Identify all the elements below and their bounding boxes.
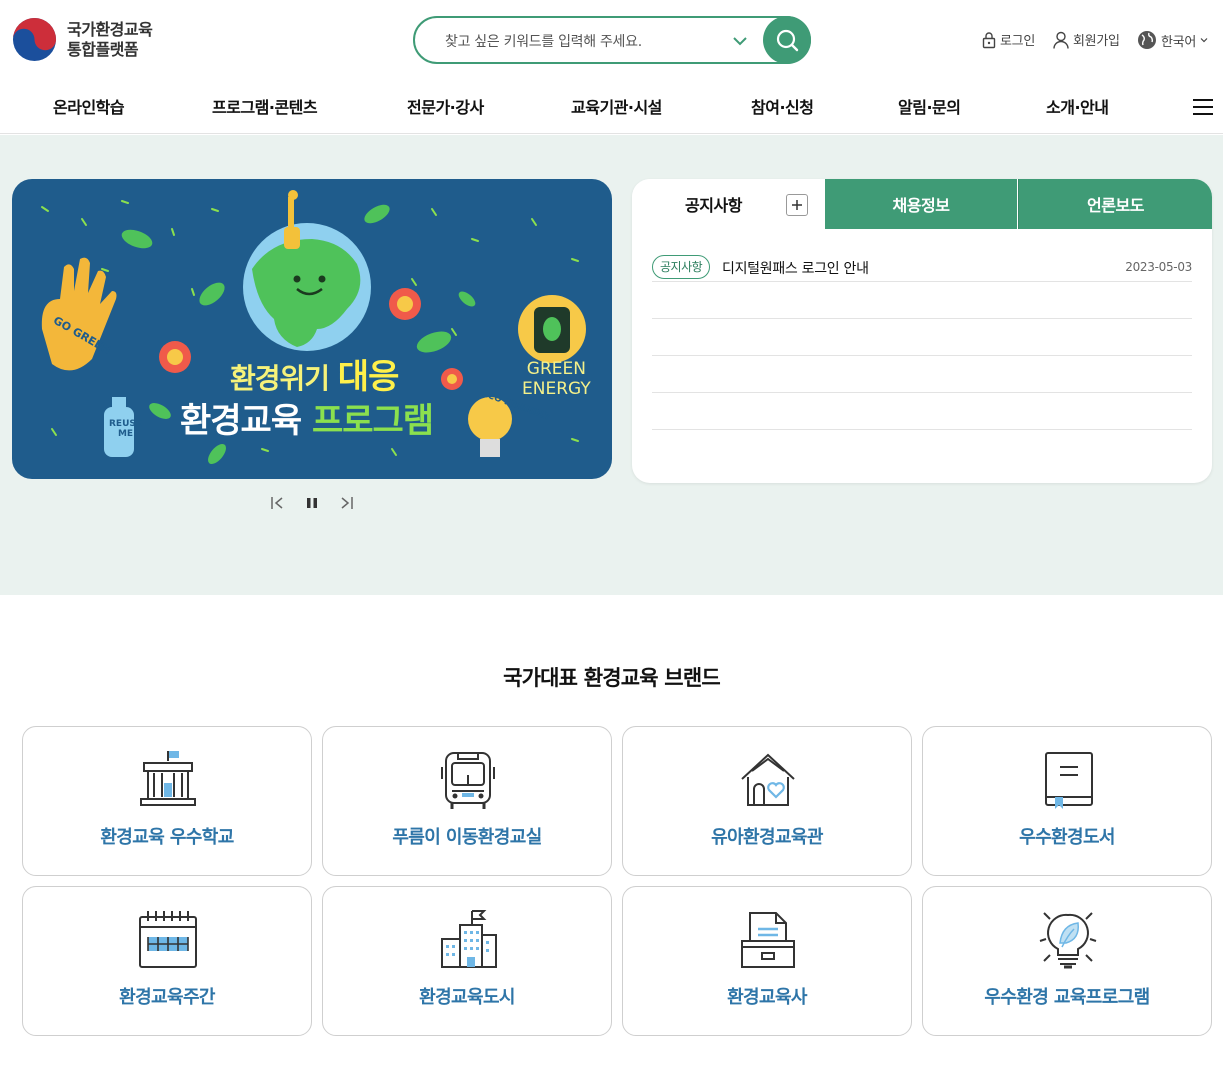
lightbulb-leaf-icon bbox=[1039, 912, 1097, 969]
chevron-down-icon bbox=[1200, 38, 1208, 43]
site-logo[interactable]: 국가환경교육 통합플랫폼 bbox=[12, 17, 153, 62]
banner-title-line2: 환경교육 프로그램 bbox=[180, 393, 434, 442]
nav-institutions-facilities[interactable]: 교육기관·시설 bbox=[571, 94, 662, 118]
brand-card-program[interactable]: 우수환경 교육프로그램 bbox=[922, 886, 1212, 1036]
search-bar[interactable]: 찾고 싶은 키워드를 입력해 주세요. bbox=[413, 16, 811, 64]
tab-press[interactable]: 언론보도 bbox=[1018, 179, 1212, 229]
globe-icon bbox=[1138, 31, 1156, 49]
tab-recruitment[interactable]: 채용정보 bbox=[825, 179, 1017, 229]
nav-participation[interactable]: 참여·신청 bbox=[751, 94, 814, 118]
notice-row[interactable]: 공지사항 디지털원패스 로그인 안내 2023-05-03 bbox=[652, 245, 1192, 282]
search-button[interactable] bbox=[763, 16, 811, 64]
notice-row-empty bbox=[652, 282, 1192, 319]
brand-section-title: 국가대표 환경교육 브랜드 bbox=[503, 666, 721, 690]
banner-title-big: 대응 bbox=[337, 357, 400, 397]
notice-row-empty bbox=[652, 356, 1192, 393]
green-energy-line-2: ENERGY bbox=[522, 379, 591, 399]
brand-card-label: 환경교육주간 bbox=[119, 987, 215, 1008]
house-heart-icon bbox=[741, 753, 795, 806]
calendar-icon bbox=[139, 911, 197, 968]
language-label: 한국어 bbox=[1161, 34, 1196, 50]
notice-panel: 공지사항 채용정보 언론보도 공지사항 디지털원패스 로그인 안내 2023-0… bbox=[632, 179, 1212, 483]
signup-label: 회원가입 bbox=[1073, 34, 1120, 49]
brand-card-label: 환경교육 우수학교 bbox=[100, 827, 234, 848]
menu-icon[interactable] bbox=[1193, 99, 1213, 115]
reuse-line-2: ME bbox=[117, 429, 134, 439]
brand-card-school[interactable]: 환경교육 우수학교 bbox=[22, 726, 312, 876]
bus-icon bbox=[441, 752, 495, 809]
tab-notice-label: 공지사항 bbox=[685, 196, 742, 215]
brand-card-label: 우수환경도서 bbox=[1019, 827, 1115, 848]
hero-section: GO GREEN REUSE ME 환경위기 대응 환경교육 프로그램 GREE… bbox=[0, 135, 1223, 595]
search-input[interactable]: 찾고 싶은 키워드를 입력해 주세요. bbox=[445, 31, 642, 51]
brand-card-educator[interactable]: 환경교육사 bbox=[622, 886, 912, 1036]
reuse-me-text: REUSE ME bbox=[109, 419, 142, 439]
brand-card-label: 푸름이 이동환경교실 bbox=[392, 827, 542, 848]
prev-slide-icon[interactable] bbox=[270, 495, 288, 511]
chevron-down-icon[interactable] bbox=[731, 32, 749, 50]
nav-online-learning[interactable]: 온라인학습 bbox=[53, 94, 125, 118]
school-icon bbox=[140, 751, 196, 806]
language-selector[interactable]: 한국어 bbox=[1137, 30, 1213, 50]
brand-card-city[interactable]: 환경교육도시 bbox=[322, 886, 612, 1036]
green-energy-line-1: GREEN bbox=[526, 359, 586, 379]
login-label: 로그인 bbox=[1000, 34, 1035, 49]
lock-icon bbox=[982, 31, 996, 48]
nav-notice-inquiry[interactable]: 알림·문의 bbox=[898, 94, 961, 118]
brand-card-label: 유아환경교육관 bbox=[711, 827, 823, 848]
nav-programs-contents[interactable]: 프로그램·콘텐츠 bbox=[212, 94, 318, 118]
notice-more-button[interactable] bbox=[786, 194, 808, 216]
login-link[interactable]: 로그인 bbox=[982, 30, 1035, 49]
user-icon bbox=[1053, 31, 1069, 49]
file-box-icon bbox=[741, 912, 795, 968]
green-energy-text: GREEN ENERGY bbox=[522, 359, 591, 399]
brand-card-week[interactable]: 환경교육주간 bbox=[22, 886, 312, 1036]
header: 국가환경교육 통합플랫폼 찾고 싶은 키워드를 입력해 주세요. 로그인 회원가… bbox=[0, 0, 1223, 80]
logo-text: 국가환경교육 통합플랫폼 bbox=[67, 19, 153, 60]
logo-line-2: 통합플랫폼 bbox=[67, 39, 139, 59]
search-icon bbox=[776, 29, 799, 52]
next-slide-icon[interactable] bbox=[336, 495, 354, 511]
nav-about[interactable]: 소개·안내 bbox=[1046, 94, 1109, 118]
brand-card-bus[interactable]: 푸름이 이동환경교실 bbox=[322, 726, 612, 876]
notice-row-empty bbox=[652, 393, 1192, 430]
banner-title-part-b: 프로그램 bbox=[311, 401, 434, 441]
notice-badge: 공지사항 bbox=[652, 255, 711, 279]
main-banner[interactable]: GO GREEN REUSE ME 환경위기 대응 환경교육 프로그램 GREE… bbox=[12, 179, 612, 479]
reuse-line-1: REUSE bbox=[109, 419, 143, 429]
main-navigation: 온라인학습 프로그램·콘텐츠 전문가·강사 교육기관·시설 참여·신청 알림·문… bbox=[0, 80, 1223, 134]
taegeuk-logo-icon bbox=[12, 17, 57, 62]
banner-title-part-a: 환경교육 bbox=[180, 401, 302, 441]
brand-card-book[interactable]: 우수환경도서 bbox=[922, 726, 1212, 876]
city-icon bbox=[441, 910, 497, 968]
logo-line-1: 국가환경교육 bbox=[67, 19, 153, 39]
brand-card-label: 환경교육사 bbox=[727, 987, 807, 1008]
nav-experts-instructors[interactable]: 전문가·강사 bbox=[407, 94, 484, 118]
brand-card-kindergarten[interactable]: 유아환경교육관 bbox=[622, 726, 912, 876]
notice-date: 2023-05-03 bbox=[1125, 260, 1192, 274]
signup-link[interactable]: 회원가입 bbox=[1053, 30, 1120, 49]
banner-title-small: 환경위기 bbox=[230, 362, 330, 395]
pause-icon[interactable] bbox=[303, 495, 321, 511]
plus-icon bbox=[792, 200, 802, 210]
notice-title[interactable]: 디지털원패스 로그인 안내 bbox=[722, 258, 869, 278]
book-icon bbox=[1045, 752, 1093, 809]
brand-card-label: 우수환경 교육프로그램 bbox=[984, 987, 1150, 1008]
notice-row-empty bbox=[652, 319, 1192, 356]
banner-title-line1: 환경위기 대응 bbox=[230, 349, 400, 398]
brand-card-label: 환경교육도시 bbox=[419, 987, 515, 1008]
